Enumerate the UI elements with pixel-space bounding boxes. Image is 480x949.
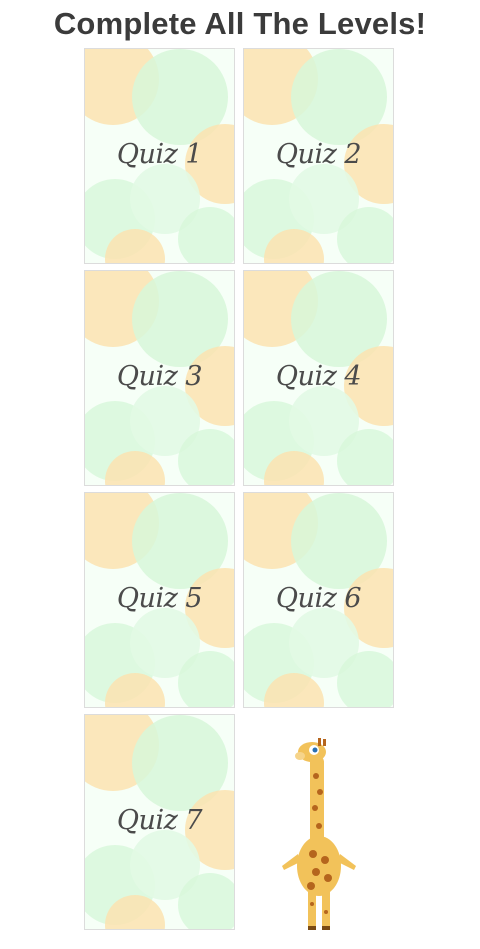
level-card-quiz-4[interactable]: Quiz 4 [243, 270, 394, 486]
level-label: Quiz 4 [275, 361, 362, 392]
level-card-quiz-1[interactable]: Quiz 1 [84, 48, 235, 264]
level-card-quiz-6[interactable]: Quiz 6 [243, 492, 394, 708]
page-title: Complete All The Levels! [53, 6, 427, 41]
level-label: Quiz 7 [116, 805, 203, 836]
giraffe-icon [282, 738, 356, 930]
level-label: Quiz 6 [275, 583, 362, 614]
level-card-quiz-2[interactable]: Quiz 2 [243, 48, 394, 264]
level-card-quiz-3[interactable]: Quiz 3 [84, 270, 235, 486]
level-label: Quiz 3 [116, 361, 203, 392]
level-label: Quiz 2 [275, 139, 362, 170]
level-label: Quiz 1 [116, 139, 203, 170]
level-label: Quiz 5 [116, 583, 203, 614]
level-card-quiz-7[interactable]: Quiz 7 [84, 714, 235, 930]
level-card-quiz-5[interactable]: Quiz 5 [84, 492, 235, 708]
